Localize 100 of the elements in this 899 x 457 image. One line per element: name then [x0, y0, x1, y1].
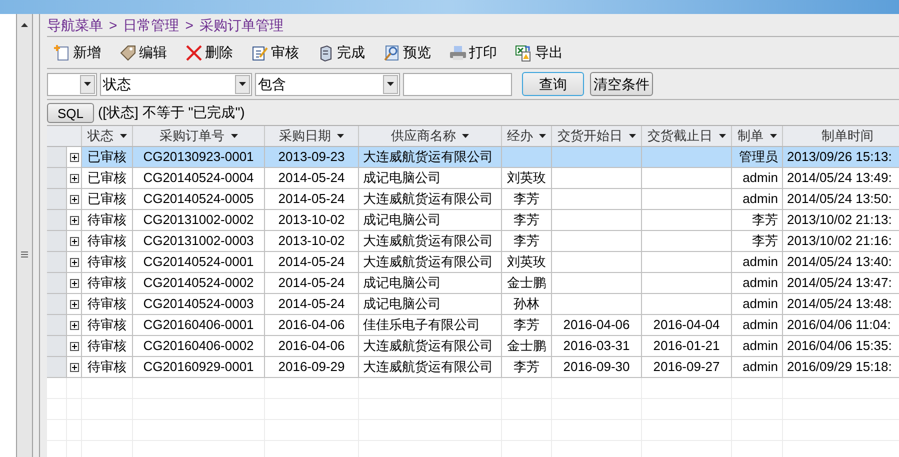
toolbar-button[interactable]: 打印 — [449, 42, 497, 63]
table-cell-text: 待审核 — [88, 295, 126, 314]
table-cell-text: 2016/09/29 15:18: — [787, 358, 892, 376]
caret-icon — [84, 82, 91, 86]
table-row[interactable]: 待审核 CG20131002-0003 2013-10-02 大连威航货运有限公司 李芳 李芳 2013/10/02 21:16: — [47, 231, 899, 252]
table-cell-text: 2016-09-27 — [653, 358, 720, 376]
value-input-field[interactable] — [403, 72, 512, 96]
table-row[interactable]: 待审核 CG20160929-0001 2016-09-29 大连威航货运有限公司 李芳 2016-09-30 2016-09-27 admin 2016/09/29 15:18: — [47, 357, 899, 378]
table-row[interactable]: 已审核 CG20130923-0001 2013-09-23 大连威航货运有限公司 管理员 2013/09/26 15:13: — [47, 147, 899, 168]
table-cell-text: CG20130923-0001 — [143, 148, 254, 166]
printer-icon — [449, 44, 467, 62]
scroll-bar[interactable] — [17, 14, 33, 457]
expand-icon[interactable] — [70, 194, 78, 204]
clear-conditions-button[interactable]: 清空条件 — [590, 72, 653, 96]
row-header — [47, 231, 67, 251]
dropdown[interactable]: 包含 — [255, 72, 400, 96]
expand-icon[interactable] — [70, 342, 78, 350]
column-header[interactable]: 采购订单号 — [133, 126, 265, 146]
table-cell-text: 待审核 — [88, 337, 126, 356]
close-icon — [185, 44, 203, 62]
column-header[interactable]: 交货截止日 — [642, 126, 732, 146]
table-cell-text: admin — [742, 295, 778, 314]
column-header[interactable]: 制单 — [732, 126, 783, 146]
document-pencil-icon — [251, 44, 269, 62]
expand-icon[interactable] — [70, 216, 78, 224]
table-row[interactable]: 待审核 CG20140524-0003 2014-05-24 成记电脑公司 孙林 admin 2014/05/24 13:48: — [47, 294, 899, 315]
dropdown[interactable]: 状态 — [100, 72, 252, 96]
table-cell-text: 2014/05/24 13:50: — [787, 190, 892, 208]
toolbar-button[interactable]: 导出 — [515, 42, 563, 63]
caret-icon — [239, 82, 246, 86]
grip-icon[interactable] — [21, 251, 28, 258]
table-cell-text: 2016-01-21 — [653, 337, 720, 356]
column-header[interactable]: 采购日期 — [265, 126, 359, 146]
expand-icon[interactable] — [70, 152, 78, 162]
table-cell-text: 刘英玫 — [507, 253, 546, 272]
toolbar-button[interactable]: 编辑 — [119, 42, 167, 63]
toolbar-button[interactable]: 完成 — [317, 42, 365, 63]
table-cell-text: 待审核 — [88, 316, 126, 334]
table-row[interactable]: 待审核 CG20140524-0001 2014-05-24 大连威航货运有限公司 刘英玫 admin 2014/05/24 13:40: — [47, 252, 899, 273]
column-header[interactable]: 制单时间 — [783, 126, 899, 146]
query-button[interactable]: 查询 — [522, 72, 584, 96]
spreadsheet-export-icon — [515, 44, 533, 62]
table-cell-text: 2013-10-02 — [278, 211, 345, 230]
table-cell-text: 李芳 — [514, 232, 540, 250]
table-cell-text: 成记电脑公司 — [363, 211, 441, 230]
breadcrumb-item[interactable]: 采购订单管理 — [199, 14, 284, 36]
table-row[interactable]: 待审核 CG20160406-0002 2016-04-06 大连威航货运有限公司 金士鹏 2016-03-31 2016-01-21 admin 2016/04/06 15:35: — [47, 336, 899, 357]
table-cell-text: 金士鹏 — [507, 274, 546, 292]
table-cell-text: CG20160929-0001 — [143, 358, 254, 376]
caret-icon — [770, 134, 776, 138]
table-cell-text: 2016/04/06 11:04: — [787, 316, 891, 334]
table-cell-text: 大连威航货运有限公司 — [363, 148, 493, 166]
toolbar-button[interactable]: 预览 — [383, 42, 431, 63]
table-cell-text: 2016-04-06 — [563, 316, 630, 334]
caret-icon — [387, 82, 394, 86]
table-row[interactable]: 待审核 CG20140524-0002 2014-05-24 成记电脑公司 金士鹏 admin 2014/05/24 13:47: — [47, 273, 899, 294]
table-cell-text: 待审核 — [88, 232, 126, 250]
breadcrumb-item[interactable]: 导航菜单 — [47, 14, 103, 36]
expand-icon[interactable] — [70, 258, 78, 266]
column-header[interactable]: 状态 — [82, 126, 133, 146]
table-cell-text: 大连威航货运有限公司 — [363, 190, 493, 208]
table-row[interactable]: 已审核 CG20140524-0005 2014-05-24 大连威航货运有限公司 李芳 admin 2014/05/24 13:50: — [47, 189, 899, 210]
table-cell-text: 2016-04-06 — [278, 337, 345, 356]
table-cell-text: 李芳 — [514, 358, 540, 376]
table-cell-text: CG20140524-0005 — [143, 190, 254, 208]
row-header — [47, 294, 67, 314]
table-cell-text: admin — [742, 274, 778, 292]
table-cell-text: 已审核 — [88, 148, 126, 166]
table-row[interactable]: 待审核 CG20160406-0001 2016-04-06 佳佳乐电子有限公司 李芳 2016-04-06 2016-04-04 admin 2016/04/06 11:04: — [47, 315, 899, 336]
table-row[interactable]: 待审核 CG20131002-0002 2013-10-02 成记电脑公司 李芳 李芳 2013/10/02 21:13: — [47, 210, 899, 231]
expand-icon[interactable] — [70, 278, 78, 288]
table-cell-text: 2016-09-30 — [563, 358, 630, 376]
expand-icon[interactable] — [70, 300, 78, 308]
table-row[interactable]: 已审核 CG20140524-0004 2014-05-24 成记电脑公司 刘英玫 admin 2014/05/24 13:49: — [47, 168, 899, 189]
table-cell-text: CG20140524-0002 — [143, 274, 254, 292]
table-cell-text: 2014-05-24 — [278, 190, 345, 208]
table-cell-text: 金士鹏 — [507, 337, 546, 356]
toolbar-button[interactable]: 新增 — [53, 42, 101, 63]
table-cell-text: 2016-09-29 — [278, 358, 345, 376]
expand-icon[interactable] — [70, 320, 78, 330]
column-header[interactable]: 经办 — [502, 126, 552, 146]
up-arrow-icon[interactable] — [21, 23, 28, 27]
sql-button[interactable]: SQL — [47, 102, 94, 122]
table-cell-text: 2016-03-31 — [563, 337, 630, 356]
table-cell-text: 佳佳乐电子有限公司 — [363, 316, 480, 334]
row-header — [47, 336, 67, 356]
table-cell-text: 已审核 — [88, 169, 126, 188]
table-cell-text: admin — [742, 358, 778, 376]
expand-icon[interactable] — [70, 362, 78, 372]
toolbar-button[interactable]: 删除 — [185, 42, 233, 63]
expand-icon[interactable] — [70, 174, 78, 182]
column-header[interactable]: 供应商名称 — [359, 126, 502, 146]
row-header — [47, 189, 67, 209]
row-header — [47, 168, 67, 188]
expand-icon[interactable] — [70, 236, 78, 246]
breadcrumb-item[interactable]: 日常管理 — [123, 14, 180, 36]
column-header[interactable]: 交货开始日 — [552, 126, 642, 146]
caret-icon — [628, 134, 636, 138]
table-cell-text: 2016/04/06 15:35: — [787, 337, 892, 356]
toolbar-button[interactable]: 审核 — [251, 42, 299, 63]
